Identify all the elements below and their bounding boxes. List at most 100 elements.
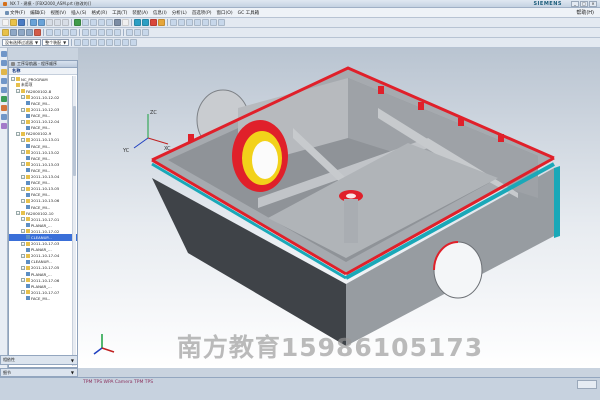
graphics-window[interactable]: ZC XC YC	[78, 48, 600, 368]
undo-icon[interactable]	[30, 19, 37, 26]
tree-expander-icon[interactable]: -	[16, 131, 20, 136]
postprocess-icon[interactable]	[150, 19, 157, 26]
tree-expander-icon[interactable]: -	[21, 162, 25, 167]
open-icon[interactable]	[10, 19, 17, 26]
pin-icon[interactable]	[11, 62, 15, 66]
tree-expander-icon[interactable]: -	[21, 229, 25, 234]
create-geometry-icon[interactable]	[18, 29, 25, 36]
rotate-icon[interactable]	[98, 19, 105, 26]
machine-tool-view-icon[interactable]	[54, 29, 61, 36]
menu-file[interactable]: 文件(F)	[3, 10, 27, 16]
menu-format[interactable]: 格式(R)	[89, 10, 109, 16]
tree-expander-icon[interactable]: -	[21, 95, 25, 100]
assembly-scope-dropdown[interactable]: 整个装配 ▼	[42, 39, 70, 46]
shaded-icon[interactable]	[114, 19, 121, 26]
details-panel-header[interactable]: 细节 ▼	[0, 368, 78, 377]
assembly-navigator-icon[interactable]	[0, 51, 7, 57]
tree-expander-icon[interactable]: -	[21, 107, 25, 112]
delete-object-icon[interactable]	[106, 29, 113, 36]
cut-object-icon[interactable]	[90, 29, 97, 36]
fit-icon[interactable]	[82, 19, 89, 26]
verify-path-icon[interactable]	[142, 19, 149, 26]
method-view-icon[interactable]	[70, 29, 77, 36]
copy-icon[interactable]	[54, 19, 61, 26]
snap-quadrant-icon[interactable]	[98, 39, 106, 46]
history-icon[interactable]	[0, 87, 7, 93]
tree-expander-icon[interactable]: -	[21, 198, 25, 203]
minimize-button[interactable]: _	[571, 0, 579, 7]
tree-expander-icon[interactable]: -	[21, 290, 25, 295]
create-method-icon[interactable]	[26, 29, 33, 36]
palette-icon[interactable]	[0, 105, 7, 111]
tree-expander-icon[interactable]: -	[21, 253, 25, 258]
menu-gc-toolbox[interactable]: GC 工具箱	[236, 10, 262, 16]
tree-expander-icon[interactable]: -	[16, 211, 20, 216]
snap-end-icon[interactable]	[74, 39, 82, 46]
snap-intersection-icon[interactable]	[106, 39, 114, 46]
geometry-view-icon[interactable]	[62, 29, 69, 36]
select-icon[interactable]	[210, 19, 217, 26]
edit-object-icon[interactable]	[82, 29, 89, 36]
roles-icon[interactable]	[0, 114, 7, 120]
snap-icon[interactable]	[202, 19, 209, 26]
system-materials-icon[interactable]	[0, 123, 7, 129]
menu-insert[interactable]: 插入(S)	[69, 10, 88, 16]
measure-icon[interactable]	[186, 19, 193, 26]
navigator-scrollbar[interactable]	[72, 76, 76, 366]
tree-expander-icon[interactable]: -	[21, 186, 25, 191]
cut-icon[interactable]	[46, 19, 53, 26]
menu-analysis[interactable]: 分析(L)	[170, 10, 189, 16]
tree-expander-icon[interactable]: -	[21, 119, 25, 124]
start-icon[interactable]	[74, 19, 81, 26]
menu-assembly[interactable]: 装配(A)	[130, 10, 150, 16]
snap-mid-icon[interactable]	[82, 39, 90, 46]
selection-filter-dropdown[interactable]: 没有选择过滤器 ▼	[2, 39, 42, 46]
tree-expander-icon[interactable]: -	[11, 77, 15, 82]
wcs-icon[interactable]	[178, 19, 185, 26]
menu-info[interactable]: 信息(I)	[151, 10, 169, 16]
show-hide-icon[interactable]	[218, 19, 225, 26]
web-browser-icon[interactable]	[0, 96, 7, 102]
zoom-icon[interactable]	[90, 19, 97, 26]
tree-expander-icon[interactable]: -	[21, 217, 25, 222]
section-icon[interactable]	[194, 19, 201, 26]
create-operation-icon[interactable]	[34, 29, 41, 36]
copy-object-icon[interactable]	[98, 29, 105, 36]
dependencies-panel-header[interactable]: 相依性 ▼	[0, 355, 78, 365]
create-program-icon[interactable]	[2, 29, 9, 36]
menu-preferences[interactable]: 首选项(P)	[190, 10, 214, 16]
pan-icon[interactable]	[106, 19, 113, 26]
create-tool-icon[interactable]	[10, 29, 17, 36]
snap-control-icon[interactable]	[122, 39, 130, 46]
tree-expander-icon[interactable]: -	[21, 150, 25, 155]
new-icon[interactable]	[2, 19, 9, 26]
paste-icon[interactable]	[62, 19, 69, 26]
list-icon[interactable]	[142, 29, 149, 36]
layer-icon[interactable]	[170, 19, 177, 26]
maximize-button[interactable]: □	[580, 0, 588, 7]
shop-doc-icon[interactable]	[158, 19, 165, 26]
tree-expander-icon[interactable]: -	[21, 174, 25, 179]
snap-face-icon[interactable]	[130, 39, 138, 46]
gearbox-housing-model[interactable]: ZC XC YC	[78, 48, 600, 368]
scrollbar-thumb[interactable]	[73, 106, 76, 176]
snap-point-icon[interactable]	[114, 39, 122, 46]
menu-help[interactable]: 帮助(H)	[574, 9, 600, 16]
menu-tools[interactable]: 工具(T)	[110, 10, 129, 16]
tree-expander-icon[interactable]: -	[21, 241, 25, 246]
operation-navigator-icon[interactable]	[0, 69, 7, 75]
program-order-view-icon[interactable]	[46, 29, 53, 36]
tree-expander-icon[interactable]: -	[21, 137, 25, 142]
close-button[interactable]: ×	[589, 0, 597, 7]
transform-icon[interactable]	[134, 29, 141, 36]
tree-expander-icon[interactable]: -	[21, 265, 25, 270]
redo-icon[interactable]	[38, 19, 45, 26]
feed-speed-icon[interactable]	[126, 29, 133, 36]
display-object-icon[interactable]	[114, 29, 121, 36]
part-navigator-icon[interactable]	[0, 60, 7, 66]
menu-window[interactable]: 窗口(O)	[215, 10, 235, 16]
wireframe-icon[interactable]	[122, 19, 129, 26]
tree-expander-icon[interactable]: -	[16, 89, 20, 94]
column-name[interactable]: 名称	[12, 68, 20, 74]
save-icon[interactable]	[18, 19, 25, 26]
